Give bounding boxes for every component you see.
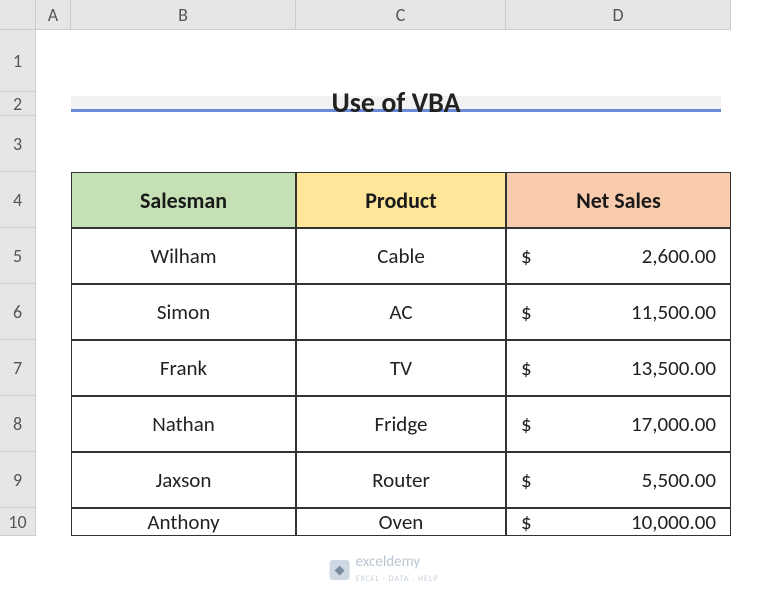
cell-a7[interactable]: [36, 340, 71, 396]
cell-d1[interactable]: [506, 30, 731, 92]
cell-a4[interactable]: [36, 172, 71, 228]
table-cell-net-sales[interactable]: $ 2,600.00: [506, 228, 731, 284]
col-header-a[interactable]: A: [36, 0, 71, 30]
cell-c1[interactable]: [296, 30, 506, 92]
cell-a8[interactable]: [36, 396, 71, 452]
table-cell-net-sales[interactable]: $ 17,000.00: [506, 396, 731, 452]
currency-symbol: $: [521, 509, 532, 535]
row-header-2[interactable]: 2: [0, 92, 36, 116]
money-value: 11,500.00: [631, 299, 716, 325]
table-cell-salesman[interactable]: Anthony: [71, 508, 296, 536]
money-value: 2,600.00: [642, 243, 716, 269]
row-header-6[interactable]: 6: [0, 284, 36, 340]
watermark-tagline: EXCEL · DATA · HELP: [356, 574, 439, 584]
table-cell-salesman[interactable]: Nathan: [71, 396, 296, 452]
cell-a10[interactable]: [36, 508, 71, 536]
cell-a9[interactable]: [36, 452, 71, 508]
money-value: 5,500.00: [642, 467, 716, 493]
cell-a2[interactable]: [36, 92, 71, 116]
row-header-7[interactable]: 7: [0, 340, 36, 396]
row-header-5[interactable]: 5: [0, 228, 36, 284]
spreadsheet: A B C D 1 2 Use of VBA 3 4 Salesman Prod…: [0, 0, 768, 536]
table-cell-product[interactable]: Oven: [296, 508, 506, 536]
column-header-net-sales[interactable]: Net Sales: [506, 172, 731, 228]
cell-b1[interactable]: [71, 30, 296, 92]
row-header-1[interactable]: 1: [0, 30, 36, 92]
table-cell-product[interactable]: AC: [296, 284, 506, 340]
cell-a1[interactable]: [36, 30, 71, 92]
currency-symbol: $: [521, 355, 532, 381]
table-cell-net-sales[interactable]: $ 13,500.00: [506, 340, 731, 396]
money-value: 10,000.00: [631, 509, 716, 535]
watermark-brand: exceldemy: [356, 553, 420, 571]
watermark-icon: ◆: [330, 560, 350, 580]
table-cell-product[interactable]: Cable: [296, 228, 506, 284]
cell-a5[interactable]: [36, 228, 71, 284]
cell-b3[interactable]: [71, 116, 296, 172]
col-header-d[interactable]: D: [506, 0, 731, 30]
col-header-b[interactable]: B: [71, 0, 296, 30]
cell-d3[interactable]: [506, 116, 731, 172]
cell-a3[interactable]: [36, 116, 71, 172]
table-cell-net-sales[interactable]: $ 5,500.00: [506, 452, 731, 508]
cell-a6[interactable]: [36, 284, 71, 340]
table-cell-salesman[interactable]: Jaxson: [71, 452, 296, 508]
currency-symbol: $: [521, 299, 532, 325]
table-cell-product[interactable]: Router: [296, 452, 506, 508]
table-cell-product[interactable]: Fridge: [296, 396, 506, 452]
table-cell-salesman[interactable]: Simon: [71, 284, 296, 340]
currency-symbol: $: [521, 411, 532, 437]
select-all-corner[interactable]: [0, 0, 36, 30]
row-header-4[interactable]: 4: [0, 172, 36, 228]
row-header-9[interactable]: 9: [0, 452, 36, 508]
cell-c3[interactable]: [296, 116, 506, 172]
col-header-c[interactable]: C: [296, 0, 506, 30]
watermark: ◆ exceldemy EXCEL · DATA · HELP: [330, 555, 439, 585]
currency-symbol: $: [521, 467, 532, 493]
money-value: 17,000.00: [631, 411, 716, 437]
row-header-8[interactable]: 8: [0, 396, 36, 452]
page-title: Use of VBA: [71, 96, 721, 112]
column-header-salesman[interactable]: Salesman: [71, 172, 296, 228]
row-header-10[interactable]: 10: [0, 508, 36, 536]
row-header-3[interactable]: 3: [0, 116, 36, 172]
table-cell-salesman[interactable]: Wilham: [71, 228, 296, 284]
column-header-product[interactable]: Product: [296, 172, 506, 228]
table-cell-net-sales[interactable]: $ 11,500.00: [506, 284, 731, 340]
table-cell-product[interactable]: TV: [296, 340, 506, 396]
currency-symbol: $: [521, 243, 532, 269]
money-value: 13,500.00: [631, 355, 716, 381]
table-cell-net-sales[interactable]: $ 10,000.00: [506, 508, 731, 536]
table-cell-salesman[interactable]: Frank: [71, 340, 296, 396]
